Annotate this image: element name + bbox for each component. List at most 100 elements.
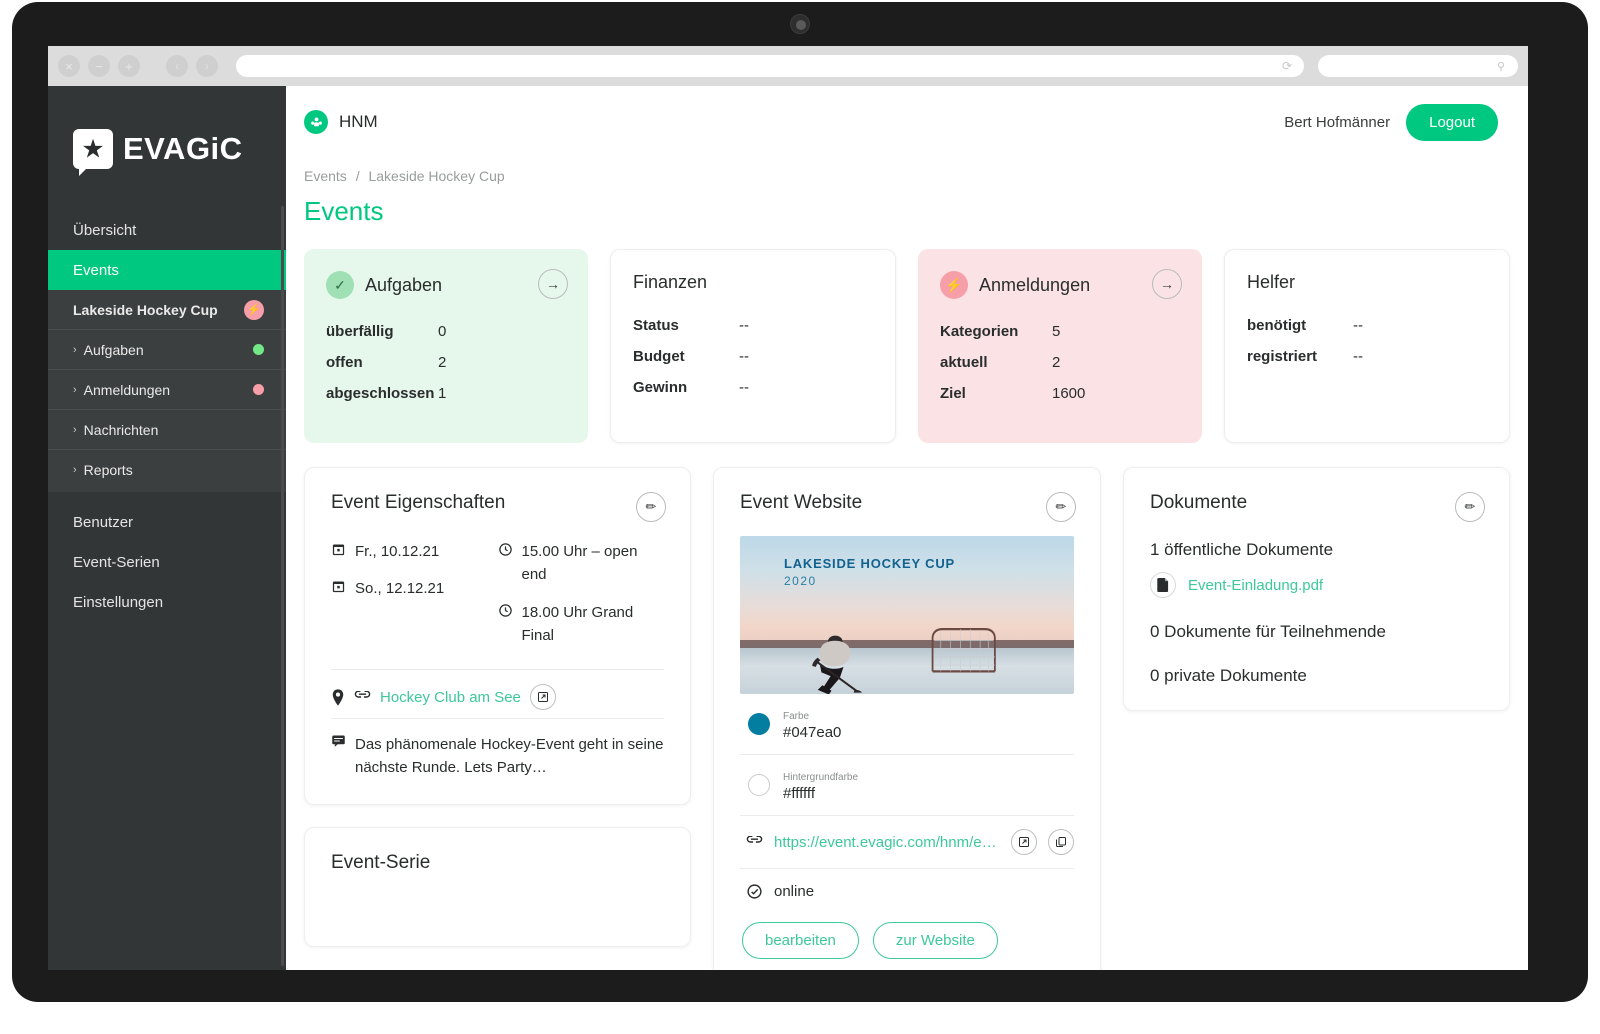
stat-key: Status xyxy=(633,317,739,334)
stat-card-anmeldungen[interactable]: ⚡ Anmeldungen → Kategorien 5 aktuell 2 xyxy=(918,249,1202,443)
close-icon[interactable]: × xyxy=(58,55,80,77)
stat-key: benötigt xyxy=(1247,317,1353,334)
file-document-icon xyxy=(1150,572,1176,598)
sidebar-item-reports[interactable]: › Reports xyxy=(48,450,286,490)
forward-icon[interactable]: › xyxy=(196,55,218,77)
stat-rows: benötigt -- registriert -- xyxy=(1247,317,1487,365)
sidebar-item-event-serien[interactable]: Event-Serien xyxy=(48,542,286,582)
event-date-start-row: Fr., 10.12.21 xyxy=(331,540,498,563)
back-icon[interactable]: ‹ xyxy=(166,55,188,77)
website-status-row: online xyxy=(740,869,1074,900)
edit-pencil-icon[interactable]: ✏ xyxy=(1046,492,1076,522)
event-description-row: Das phänomenale Hockey-Event geht in sei… xyxy=(331,733,664,780)
event-website-card: Event Website ✏ LAKESIDE HOCKEY CUP 2020 xyxy=(713,467,1101,970)
stat-key: offen xyxy=(326,354,438,371)
stat-key: registriert xyxy=(1247,348,1353,365)
stat-key: Kategorien xyxy=(940,323,1052,340)
website-url-link[interactable]: https://event.evagic.com/hnm/e/l… xyxy=(774,834,1000,851)
sidebar-item-uebersicht[interactable]: Übersicht xyxy=(48,210,286,250)
stat-card-helfer[interactable]: Helfer benötigt -- registriert -- xyxy=(1224,249,1510,443)
hockey-goal-net xyxy=(926,626,1008,673)
stat-row: Status -- xyxy=(633,317,873,334)
sidebar-item-label: Einstellungen xyxy=(73,594,163,611)
edit-pencil-icon[interactable]: ✏ xyxy=(1455,492,1485,522)
sidebar-scrollbar[interactable] xyxy=(281,206,284,966)
maximize-icon[interactable]: + xyxy=(118,55,140,77)
event-series-card: Event-Serie xyxy=(304,827,691,947)
detail-card-row: Event Eigenschaften ✏ xyxy=(286,443,1528,970)
sidebar-item-label: Übersicht xyxy=(73,222,136,239)
stat-rows: Status -- Budget -- Gewinn -- xyxy=(633,317,873,396)
sidebar-item-anmeldungen[interactable]: › Anmeldungen xyxy=(48,370,286,410)
chevron-right-icon: › xyxy=(73,344,77,356)
sidebar-item-lakeside-hockey-cup[interactable]: Lakeside Hockey Cup ⚡ xyxy=(48,290,286,330)
stat-value: 2 xyxy=(438,354,446,371)
org-switcher[interactable]: HNM xyxy=(304,110,378,134)
column-left: Event Eigenschaften ✏ xyxy=(304,467,691,947)
edit-website-button[interactable]: bearbeiten xyxy=(742,922,859,959)
website-color-row[interactable]: Farbe #047ea0 xyxy=(740,694,1074,755)
stat-key: überfällig xyxy=(326,323,438,340)
event-date-time-grid: Fr., 10.12.21 xyxy=(331,540,664,661)
chevron-right-icon: › xyxy=(73,424,77,436)
breadcrumb-current: Lakeside Hockey Cup xyxy=(368,168,504,184)
stat-key: Gewinn xyxy=(633,379,739,396)
color-swatch xyxy=(748,713,770,735)
stat-key: Budget xyxy=(633,348,739,365)
stat-card-finanzen[interactable]: Finanzen Status -- Budget -- xyxy=(610,249,896,443)
map-pin-icon xyxy=(331,689,345,706)
document-list-item[interactable]: Event-Einladung.pdf xyxy=(1150,572,1483,598)
stat-value: 1 xyxy=(438,385,446,402)
stat-value: -- xyxy=(739,348,749,365)
minimize-icon[interactable]: − xyxy=(88,55,110,77)
copy-icon[interactable] xyxy=(1048,829,1074,855)
hockey-player-silhouette xyxy=(792,606,884,694)
divider xyxy=(331,718,664,719)
sidebar-subnav: Lakeside Hockey Cup ⚡ › Aufgaben › Anmel… xyxy=(48,290,286,492)
lightning-badge-icon: ⚡ xyxy=(244,300,264,320)
sidebar-item-events[interactable]: Events xyxy=(48,250,286,290)
browser-search-input[interactable]: ⚲ xyxy=(1318,55,1518,77)
app-logo[interactable]: ★ EVAGiC xyxy=(48,86,286,182)
stat-card-aufgaben[interactable]: ✓ Aufgaben → überfällig 0 offen 2 xyxy=(304,249,588,443)
stat-card-header: ⚡ Anmeldungen xyxy=(940,271,1180,299)
arrow-right-icon[interactable]: → xyxy=(538,269,568,299)
document-file-link[interactable]: Event-Einladung.pdf xyxy=(1188,577,1323,594)
go-to-website-button[interactable]: zur Website xyxy=(873,922,998,959)
location-link[interactable]: Hockey Club am See xyxy=(380,689,521,706)
calendar-icon xyxy=(331,542,346,557)
sidebar-subitem-label: Lakeside Hockey Cup xyxy=(73,302,244,318)
external-link-icon[interactable] xyxy=(1011,829,1037,855)
stat-row: Gewinn -- xyxy=(633,379,873,396)
edit-pencil-icon[interactable]: ✏ xyxy=(636,492,666,522)
sidebar-item-benutzer[interactable]: Benutzer xyxy=(48,502,286,542)
website-status: online xyxy=(774,883,814,900)
stat-card-header: Helfer xyxy=(1247,272,1487,293)
group-people-icon xyxy=(304,110,328,134)
check-circle-icon xyxy=(746,883,763,900)
color-label: Farbe xyxy=(783,711,809,722)
logout-button[interactable]: Logout xyxy=(1406,104,1498,141)
breadcrumb-events[interactable]: Events xyxy=(304,168,347,184)
speech-bubble-star-icon: ★ xyxy=(73,129,113,169)
event-location-row: Hockey Club am See xyxy=(331,684,664,710)
stat-row: Kategorien 5 xyxy=(940,323,1180,340)
sidebar-item-aufgaben[interactable]: › Aufgaben xyxy=(48,330,286,370)
stat-value: 0 xyxy=(438,323,446,340)
event-time-end-row: 18.00 Uhr Grand Final xyxy=(498,601,665,648)
stat-card-title: Helfer xyxy=(1247,272,1295,293)
webcam xyxy=(790,14,810,34)
stat-value: 1600 xyxy=(1052,385,1085,402)
stat-value: -- xyxy=(739,379,749,396)
arrow-right-icon[interactable]: → xyxy=(1152,269,1182,299)
reload-icon[interactable]: ⟳ xyxy=(1282,59,1296,73)
card-title: Event Eigenschaften xyxy=(331,492,664,514)
link-chain-icon xyxy=(354,691,371,703)
comment-icon xyxy=(331,733,346,780)
sidebar-item-nachrichten[interactable]: › Nachrichten xyxy=(48,410,286,450)
url-input[interactable]: ⟳ xyxy=(236,55,1304,77)
website-bgcolor-row[interactable]: Hintergrundfarbe #ffffff xyxy=(740,755,1074,816)
external-link-icon[interactable] xyxy=(530,684,556,710)
breadcrumb-separator: / xyxy=(356,168,360,184)
sidebar-item-einstellungen[interactable]: Einstellungen xyxy=(48,582,286,622)
